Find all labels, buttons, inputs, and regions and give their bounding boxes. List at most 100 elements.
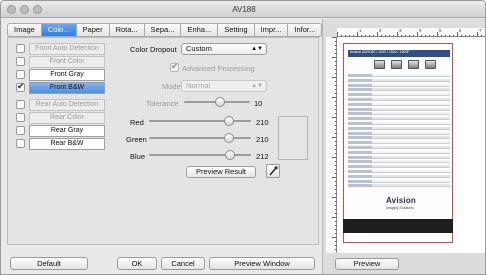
tab-image[interactable]: Image bbox=[7, 23, 41, 37]
rear-auto-detection-checkbox[interactable] bbox=[16, 100, 25, 109]
document-table-cell bbox=[348, 174, 372, 178]
tab-enhancement[interactable]: Enha... bbox=[180, 23, 218, 37]
document-table-row bbox=[348, 179, 450, 183]
advanced-processing-checkbox[interactable]: ✔ bbox=[170, 61, 179, 72]
tab-paper[interactable]: Paper bbox=[75, 23, 109, 37]
document-table-cell bbox=[348, 170, 372, 173]
document-brand-tagline: Imaging Solutions bbox=[386, 206, 414, 210]
scanner-settings-window: AV188 Image Colo... Paper Rota... Sepa..… bbox=[0, 0, 486, 275]
document-table-row bbox=[348, 102, 450, 106]
document-title: Avision AW1050 / 1000 / 1500 / 1500F bbox=[350, 50, 410, 54]
ruler-number: 3 bbox=[399, 28, 402, 33]
document-table-row bbox=[348, 122, 450, 125]
rear-gray-button[interactable]: Rear Gray bbox=[29, 125, 105, 137]
front-bw-button[interactable]: Front B&W bbox=[29, 82, 105, 94]
front-gray-button[interactable]: Front Gray bbox=[29, 69, 105, 81]
tolerance-slider-knob[interactable] bbox=[215, 97, 225, 107]
document-table-cell bbox=[348, 98, 372, 101]
rear-color-checkbox[interactable] bbox=[16, 113, 25, 122]
front-color-button[interactable]: Front Color bbox=[29, 56, 105, 68]
ruler-number: 4 bbox=[419, 28, 422, 33]
updown-arrow-icon: ▲▼ bbox=[251, 83, 263, 89]
document-table-row bbox=[348, 117, 450, 121]
red-slider-track bbox=[149, 120, 251, 122]
red-value: 210 bbox=[256, 118, 269, 127]
front-auto-detection-checkbox[interactable] bbox=[16, 44, 25, 53]
ok-button[interactable]: OK bbox=[117, 257, 157, 270]
preview-button[interactable]: Preview bbox=[335, 258, 399, 270]
ruler-number: 7 bbox=[479, 28, 482, 33]
document-table-row bbox=[348, 98, 450, 101]
document-table-row bbox=[348, 83, 450, 87]
tab-imprinter[interactable]: Impr... bbox=[253, 23, 288, 37]
document-table-cell bbox=[348, 136, 372, 140]
rear-bw-checkbox[interactable] bbox=[16, 139, 25, 148]
mode-label: Mode bbox=[162, 82, 181, 91]
document-table-row bbox=[348, 112, 450, 116]
red-label: Red bbox=[130, 118, 144, 127]
tolerance-value: 10 bbox=[254, 99, 263, 108]
tab-setting[interactable]: Setting bbox=[217, 23, 254, 37]
document-table-row bbox=[348, 107, 450, 111]
front-auto-detection-button[interactable]: Front Auto Detection bbox=[29, 43, 105, 55]
document-table-cell bbox=[348, 78, 372, 82]
document-table-row bbox=[348, 150, 450, 154]
front-color-checkbox[interactable] bbox=[16, 57, 25, 66]
blue-slider-knob[interactable] bbox=[225, 150, 235, 160]
scan-preview-area[interactable]: Avision AW1050 / 1000 / 1500 / 1500F Avi… bbox=[337, 37, 485, 253]
preview-result-button[interactable]: Preview Result bbox=[186, 166, 256, 178]
document-brand-logo: Avision bbox=[386, 196, 416, 205]
rear-bw-button[interactable]: Rear B&W bbox=[29, 138, 105, 150]
document-table-cell bbox=[348, 141, 372, 145]
front-gray-checkbox[interactable] bbox=[16, 70, 25, 79]
document-table-row bbox=[348, 88, 450, 92]
advanced-processing-label: Advanced Processing bbox=[182, 64, 255, 73]
rear-auto-detection-button[interactable]: Rear Auto Detection bbox=[29, 99, 105, 111]
document-table-row bbox=[348, 160, 450, 164]
eyedropper-button[interactable] bbox=[266, 164, 280, 178]
document-table-cell bbox=[348, 126, 372, 130]
color-dropout-value: Custom bbox=[186, 44, 212, 53]
green-label: Green bbox=[126, 135, 147, 144]
tolerance-slider[interactable] bbox=[184, 97, 250, 107]
mode-select[interactable]: Normal ▲▼ bbox=[181, 80, 267, 92]
document-table-cell bbox=[348, 112, 372, 116]
document-table-cell bbox=[348, 131, 372, 135]
green-slider[interactable] bbox=[149, 133, 251, 143]
rear-color-button[interactable]: Rear Color bbox=[29, 112, 105, 124]
document-table-row bbox=[348, 165, 450, 169]
scanner-image-icon bbox=[391, 60, 402, 69]
tab-rotation[interactable]: Rota... bbox=[108, 23, 144, 37]
document-table-cell bbox=[348, 122, 372, 125]
scanner-image-icon bbox=[374, 60, 385, 69]
document-table-cell bbox=[348, 165, 372, 169]
color-dropout-label: Color Dropout bbox=[130, 45, 177, 54]
blue-value: 212 bbox=[256, 152, 269, 161]
color-dropout-select[interactable]: Custom ▲▼ bbox=[181, 43, 267, 55]
preview-window-button[interactable]: Preview Window bbox=[209, 257, 315, 270]
red-slider-knob[interactable] bbox=[224, 116, 234, 126]
document-table-cell bbox=[348, 93, 372, 97]
eyedropper-icon bbox=[269, 166, 278, 176]
dropout-color-swatch bbox=[278, 116, 308, 160]
preview-pane: 1 2 3 4 5 6 7 Avision AW1050 / 1000 / 1500 / 1… bbox=[322, 19, 485, 274]
default-button[interactable]: Default bbox=[10, 257, 88, 270]
tab-color[interactable]: Colo... bbox=[40, 23, 76, 37]
green-slider-knob[interactable] bbox=[224, 133, 234, 143]
document-table-row bbox=[348, 141, 450, 145]
front-bw-checkbox[interactable]: ✔ bbox=[16, 81, 25, 92]
cancel-button[interactable]: Cancel bbox=[161, 257, 205, 270]
document-footer-shadow bbox=[343, 219, 453, 233]
tab-information[interactable]: Infor... bbox=[287, 23, 323, 37]
blue-slider[interactable] bbox=[149, 150, 251, 160]
rear-gray-checkbox[interactable] bbox=[16, 126, 25, 135]
tab-separation[interactable]: Sepa... bbox=[143, 23, 181, 37]
document-table-cell bbox=[348, 117, 372, 121]
red-slider[interactable] bbox=[149, 116, 251, 126]
document-table-cell bbox=[348, 83, 372, 87]
checkmark-icon: ✔ bbox=[17, 81, 25, 91]
document-table-row bbox=[348, 155, 450, 159]
document-table-row bbox=[348, 131, 450, 135]
document-table-row bbox=[348, 74, 450, 77]
left-ruler bbox=[326, 37, 337, 253]
